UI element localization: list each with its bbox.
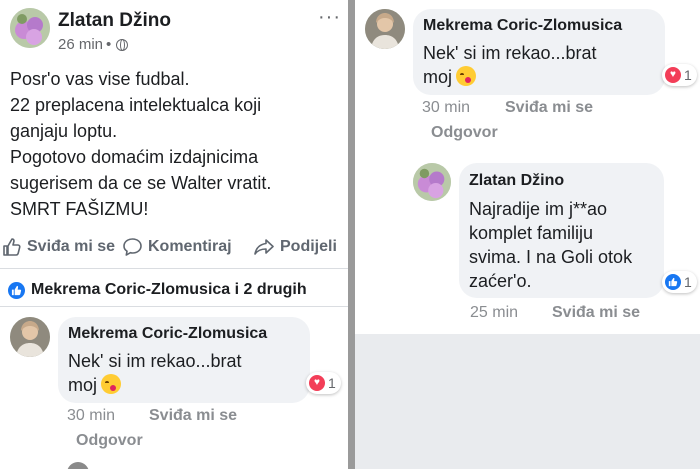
comment-text-line: Nek' si im rekao...brat — [68, 351, 242, 371]
comment-reaction-count[interactable]: ♥ 1 — [306, 372, 341, 394]
more-options-icon[interactable]: ··· — [318, 6, 341, 29]
like-reaction-icon — [8, 281, 25, 299]
reply-reaction-count[interactable]: 1 — [662, 271, 697, 293]
comment-like-link[interactable]: Sviđa mi se — [505, 99, 593, 117]
post-text-line: ganjaju loptu. — [10, 121, 118, 141]
post-text-line: Pogotovo domaćim izdajnicima — [10, 147, 259, 167]
kissing-face-emoji-icon — [456, 66, 477, 86]
reply-text-line: Najradije im j**ao — [469, 199, 608, 219]
heart-reaction-icon: ♥ — [309, 375, 325, 391]
commenter-avatar[interactable] — [10, 317, 50, 357]
empty-background — [355, 334, 700, 469]
comment-text-line: moj — [423, 65, 597, 89]
comment-time[interactable]: 30 min — [422, 99, 470, 117]
post-text: Posr'o vas vise fudbal. 22 preplacena in… — [10, 66, 340, 222]
like-label: Sviđa mi se — [27, 238, 116, 255]
comments-panel: Mekrema Coric-Zlomusica Nek' si im rekao… — [355, 0, 700, 469]
public-globe-icon — [116, 38, 129, 51]
comment-author[interactable]: Mekrema Coric-Zlomusica — [68, 325, 267, 343]
divider — [0, 306, 348, 307]
post-text-line: SMRT FAŠIZMU! — [10, 199, 149, 219]
comment-reaction-count[interactable]: ♥ 1 — [662, 64, 697, 86]
share-button[interactable]: Podijeli — [253, 237, 337, 257]
reply-bubble: Zlatan Džino Najradije im j**ao komplet … — [459, 163, 664, 298]
reply-time[interactable]: 25 min — [470, 304, 518, 322]
comment-reply-link[interactable]: Odgovor — [431, 124, 498, 142]
comment-author[interactable]: Mekrema Coric-Zlomusica — [423, 17, 622, 35]
reaction-count: 1 — [328, 375, 336, 391]
commenter-avatar[interactable] — [365, 9, 405, 49]
thumbs-up-icon — [3, 238, 21, 256]
post-panel: Zlatan Džino 26 min • ··· Posr'o vas vis… — [0, 0, 348, 469]
comment-text: Nek' si im rekao...brat moj — [68, 349, 242, 397]
comment-reply-link[interactable]: Odgovor — [76, 432, 143, 450]
comment-text: Nek' si im rekao...brat moj — [423, 41, 597, 89]
like-reaction-icon — [665, 274, 681, 290]
comment-button[interactable]: Komentiraj — [122, 237, 232, 257]
comment-text-line-part: moj — [423, 67, 453, 87]
share-icon — [254, 239, 274, 255]
comment-like-link[interactable]: Sviđa mi se — [149, 407, 237, 425]
reply-author[interactable]: Zlatan Džino — [469, 172, 564, 190]
reply-author-avatar[interactable] — [413, 163, 451, 201]
comment-bubble: Mekrema Coric-Zlomusica Nek' si im rekao… — [413, 9, 665, 95]
post-author-avatar[interactable] — [10, 8, 50, 48]
post-text-line: sugerisem da ce se Walter vratit. — [10, 173, 272, 193]
reaction-count: 1 — [684, 274, 692, 290]
reply-text-line: zaćer'o. — [469, 271, 532, 291]
comment-bubble: Mekrema Coric-Zlomusica Nek' si im rekao… — [58, 317, 310, 403]
next-commenter-avatar[interactable] — [67, 462, 89, 469]
reaction-count: 1 — [684, 67, 692, 83]
post-author-name[interactable]: Zlatan Džino — [58, 10, 171, 32]
comment-text-line: Nek' si im rekao...brat — [423, 43, 597, 63]
comment-time[interactable]: 30 min — [67, 407, 115, 425]
reactions-summary[interactable]: Mekrema Coric-Zlomusica i 2 drugih — [8, 281, 307, 299]
heart-reaction-icon: ♥ — [665, 67, 681, 83]
comment-label: Komentiraj — [148, 238, 232, 255]
reply-text-line: svima. I na Goli otok — [469, 247, 633, 267]
comment-text-line: moj — [68, 373, 242, 397]
share-label: Podijeli — [280, 238, 337, 255]
post-text-line: 22 preplacena intelektualca koji — [10, 95, 262, 115]
reply-text: Najradije im j**ao komplet familiju svim… — [469, 197, 632, 293]
panel-divider — [348, 0, 355, 469]
comment-text-line-part: moj — [68, 375, 98, 395]
post-text-line: Posr'o vas vise fudbal. — [10, 69, 190, 89]
post-time: 26 min — [58, 36, 104, 53]
reply-text-line: komplet familiju — [469, 223, 594, 243]
post-action-bar: Sviđa mi se Komentiraj Podijeli — [0, 234, 348, 260]
like-button[interactable]: Sviđa mi se — [2, 237, 115, 257]
divider — [0, 268, 348, 269]
kissing-face-emoji-icon — [101, 374, 122, 394]
meta-dot: • — [106, 36, 112, 53]
reactions-summary-text: Mekrema Coric-Zlomusica i 2 drugih — [31, 281, 307, 298]
comment-icon — [123, 238, 142, 256]
post-timestamp[interactable]: 26 min • — [58, 36, 129, 53]
reply-like-link[interactable]: Sviđa mi se — [552, 304, 640, 322]
